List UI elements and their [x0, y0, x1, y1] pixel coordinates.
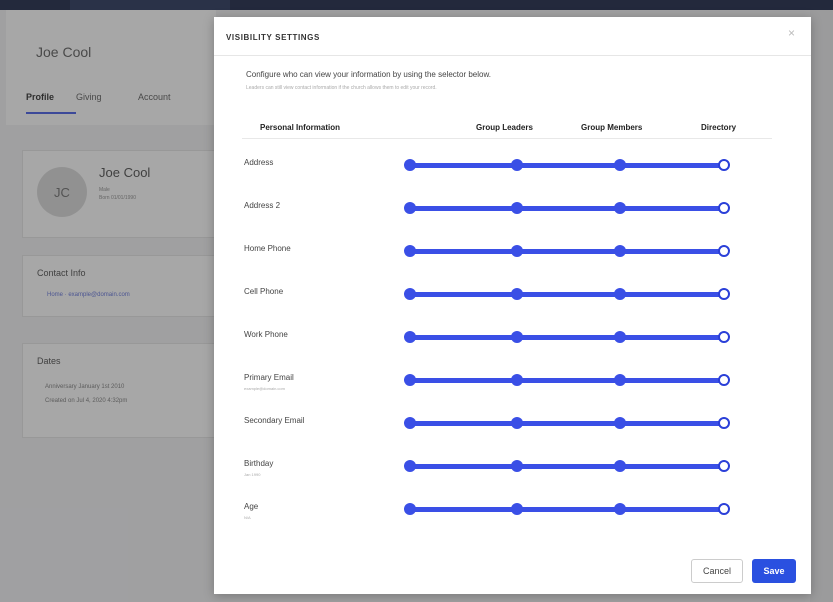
- visibility-slider-stop[interactable]: [404, 288, 416, 300]
- row-label: Age: [244, 502, 259, 511]
- column-personal-information: Personal Information: [260, 123, 341, 132]
- visibility-slider-stop[interactable]: [511, 374, 523, 386]
- visibility-slider-stop[interactable]: [511, 245, 523, 257]
- visibility-slider-track[interactable]: [410, 206, 724, 211]
- header-divider: [242, 138, 772, 139]
- visibility-slider-track[interactable]: [410, 507, 724, 512]
- visibility-slider-track[interactable]: [410, 163, 724, 168]
- row-sublabel: N/A: [244, 515, 251, 520]
- visibility-row: Work Phone: [214, 330, 811, 370]
- visibility-slider-stop[interactable]: [511, 417, 523, 429]
- visibility-slider-track[interactable]: [410, 464, 724, 469]
- visibility-slider-track[interactable]: [410, 249, 724, 254]
- visibility-slider-stop[interactable]: [511, 331, 523, 343]
- visibility-slider-track[interactable]: [410, 335, 724, 340]
- row-label: Primary Email: [244, 373, 294, 382]
- visibility-slider-handle[interactable]: [718, 159, 730, 171]
- visibility-slider-stop[interactable]: [614, 417, 626, 429]
- visibility-slider-track[interactable]: [410, 292, 724, 297]
- modal-description: Configure who can view your information …: [246, 70, 492, 79]
- modal-sub-description: Leaders can still view contact informati…: [246, 85, 437, 91]
- visibility-slider-stop[interactable]: [404, 331, 416, 343]
- visibility-row: Primary Email example@domain.com: [214, 373, 811, 413]
- row-label: Secondary Email: [244, 416, 305, 425]
- row-label: Address 2: [244, 201, 281, 210]
- row-label: Address: [244, 158, 274, 167]
- visibility-slider-handle[interactable]: [718, 460, 730, 472]
- visibility-row: Home Phone: [214, 244, 811, 284]
- visibility-slider-stop[interactable]: [614, 245, 626, 257]
- close-icon[interactable]: ×: [788, 27, 795, 39]
- row-label: Birthday: [244, 459, 274, 468]
- visibility-slider-stop[interactable]: [404, 460, 416, 472]
- visibility-slider-handle[interactable]: [718, 374, 730, 386]
- visibility-slider-stop[interactable]: [404, 159, 416, 171]
- visibility-row: Address 2: [214, 201, 811, 241]
- row-sublabel: example@domain.com: [244, 386, 285, 391]
- column-group-members: Group Members: [581, 123, 643, 132]
- row-label: Work Phone: [244, 330, 288, 339]
- visibility-row: Secondary Email: [214, 416, 811, 456]
- visibility-slider-stop[interactable]: [511, 503, 523, 515]
- visibility-slider-stop[interactable]: [404, 202, 416, 214]
- row-sublabel: Jan 1990: [244, 472, 261, 477]
- visibility-slider-stop[interactable]: [614, 460, 626, 472]
- visibility-settings-modal: VISIBILITY SETTINGS × Configure who can …: [214, 17, 811, 594]
- visibility-slider-track[interactable]: [410, 421, 724, 426]
- visibility-slider-stop[interactable]: [511, 159, 523, 171]
- visibility-slider-stop[interactable]: [404, 245, 416, 257]
- visibility-slider-track[interactable]: [410, 378, 724, 383]
- visibility-slider-stop[interactable]: [511, 460, 523, 472]
- visibility-slider-handle[interactable]: [718, 245, 730, 257]
- visibility-slider-handle[interactable]: [718, 331, 730, 343]
- visibility-slider-stop[interactable]: [614, 202, 626, 214]
- visibility-slider-stop[interactable]: [614, 288, 626, 300]
- row-label: Home Phone: [244, 244, 291, 253]
- modal-divider: [214, 55, 811, 56]
- cancel-button[interactable]: Cancel: [691, 559, 743, 583]
- visibility-slider-stop[interactable]: [614, 374, 626, 386]
- row-label: Cell Phone: [244, 287, 284, 296]
- visibility-slider-handle[interactable]: [718, 202, 730, 214]
- save-button[interactable]: Save: [752, 559, 796, 583]
- visibility-row: Birthday Jan 1990: [214, 459, 811, 499]
- visibility-slider-stop[interactable]: [404, 503, 416, 515]
- visibility-slider-stop[interactable]: [511, 202, 523, 214]
- visibility-row: Age N/A: [214, 502, 811, 542]
- visibility-slider-handle[interactable]: [718, 288, 730, 300]
- visibility-row: Cell Phone: [214, 287, 811, 327]
- modal-title: VISIBILITY SETTINGS: [226, 33, 320, 42]
- visibility-slider-stop[interactable]: [614, 331, 626, 343]
- visibility-row: Address: [214, 158, 811, 198]
- visibility-slider-stop[interactable]: [511, 288, 523, 300]
- visibility-slider-stop[interactable]: [404, 417, 416, 429]
- visibility-slider-handle[interactable]: [718, 503, 730, 515]
- visibility-slider-stop[interactable]: [614, 503, 626, 515]
- visibility-slider-handle[interactable]: [718, 417, 730, 429]
- visibility-slider-stop[interactable]: [614, 159, 626, 171]
- column-group-leaders: Group Leaders: [476, 123, 533, 132]
- visibility-slider-stop[interactable]: [404, 374, 416, 386]
- column-directory: Directory: [701, 123, 737, 132]
